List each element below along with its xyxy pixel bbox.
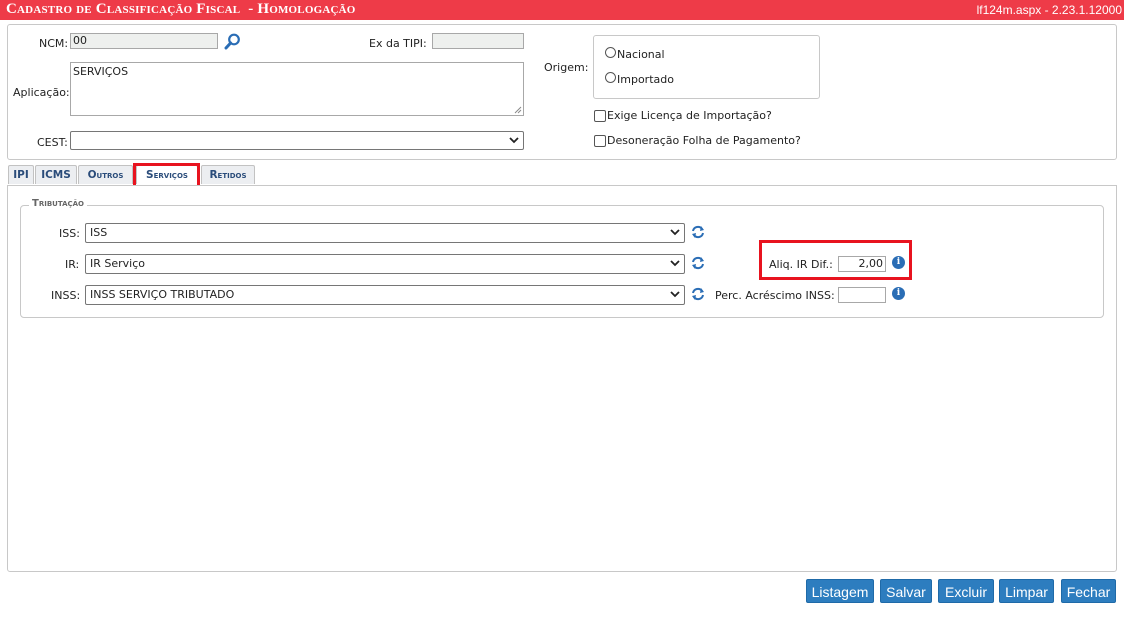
exige-licenca-checkbox[interactable] [594,110,606,122]
version-text: lf124m.aspx - 2.23.1.12000 [976,3,1122,17]
fechar-button[interactable]: Fechar [1061,579,1116,603]
inss-select[interactable]: INSS SERVIÇO TRIBUTADO [85,285,685,305]
radio-importado-label: Importado [617,73,674,86]
limpar-button[interactable]: Limpar [999,579,1054,603]
chevron-down-icon [670,260,680,267]
title-bar: Cadastro de Classificação Fiscal - Homol… [0,0,1124,20]
tributacao-legend: Tributação [29,198,87,209]
ex-tipi-label: Ex da TIPI: [369,37,427,50]
origem-label: Origem: [544,61,589,74]
ncm-input[interactable]: 00 [70,33,218,49]
inss-value: INSS SERVIÇO TRIBUTADO [90,288,235,301]
info-icon[interactable]: i [892,287,905,300]
search-icon[interactable] [224,33,241,50]
tributacao-fieldset: Tributação ISS: ISS IR: IR Serviço Aliq.… [20,198,1104,318]
excluir-button[interactable]: Excluir [938,579,994,603]
perc-inss-label: Perc. Acréscimo INSS: [715,289,835,302]
chevron-down-icon [670,291,680,298]
refresh-icon[interactable] [691,287,705,301]
tab-servicos[interactable]: Serviços [136,165,198,184]
radio-importado[interactable] [605,72,616,83]
chevron-down-icon [670,229,680,236]
refresh-icon[interactable] [691,225,705,239]
ex-tipi-input[interactable] [432,33,524,49]
salvar-button[interactable]: Salvar [880,579,932,603]
inss-label: INSS: [51,289,81,302]
radio-nacional-label: Nacional [617,48,665,61]
aplicacao-label: Aplicação: [13,86,70,99]
servicos-tab-panel: Tributação ISS: ISS IR: IR Serviço Aliq.… [7,185,1117,572]
ir-label: IR: [65,258,80,271]
ir-select[interactable]: IR Serviço [85,254,685,274]
tab-retidos[interactable]: Retidos [201,165,255,184]
iss-select[interactable]: ISS [85,223,685,243]
origem-radio-group: Nacional Importado [593,35,820,99]
desoneracao-label: Desoneração Folha de Pagamento? [607,134,801,147]
window-title: Cadastro de Classificação Fiscal - Homol… [6,1,356,17]
header-form-panel: NCM: 00 Ex da TIPI: Aplicação: SERVIÇOS … [7,24,1117,160]
ir-value: IR Serviço [90,257,145,270]
perc-inss-input[interactable] [838,287,886,303]
aliq-ir-input[interactable]: 2,00 [838,256,886,272]
tab-outros[interactable]: Outros [78,165,133,184]
iss-value: ISS [90,226,108,239]
iss-label: ISS: [59,227,80,240]
cest-select[interactable] [70,131,524,150]
tab-icms[interactable]: ICMS [35,165,77,184]
refresh-icon[interactable] [691,256,705,270]
tab-ipi[interactable]: IPI [8,165,34,184]
aplicacao-textarea[interactable]: SERVIÇOS [70,62,524,116]
listagem-button[interactable]: Listagem [806,579,874,603]
aliq-ir-label: Aliq. IR Dif.: [769,258,833,271]
info-icon[interactable]: i [892,256,905,269]
aplicacao-value: SERVIÇOS [73,65,129,78]
chevron-down-icon [509,137,519,144]
desoneracao-checkbox[interactable] [594,135,606,147]
exige-licenca-label: Exige Licença de Importação? [607,109,772,122]
cest-label: CEST: [37,136,68,149]
radio-nacional[interactable] [605,47,616,58]
ncm-label: NCM: [39,37,69,50]
